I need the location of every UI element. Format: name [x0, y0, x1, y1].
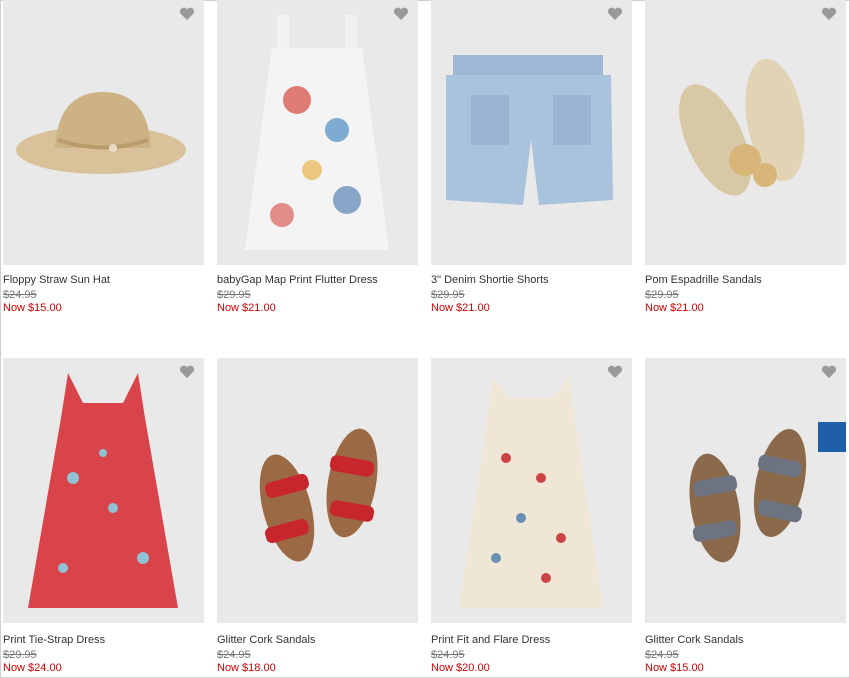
original-price: $29.95	[431, 289, 465, 301]
product-name[interactable]: Pom Espadrille Sandals	[645, 274, 762, 286]
product-card[interactable]: Print Tie-Strap Dress $29.95 Now $24.00	[3, 358, 204, 674]
sale-price: Now $15.00	[645, 662, 704, 674]
product-image-print-flare-dress[interactable]	[431, 358, 632, 623]
sale-price: Now $20.00	[431, 662, 490, 674]
product-card[interactable]: 3" Denim Shortie Shorts $29.95 Now $21.0…	[431, 0, 632, 314]
product-image-silver-glitter-sandals[interactable]	[645, 358, 846, 623]
product-name[interactable]: Glitter Cork Sandals	[217, 634, 315, 646]
original-price: $24.95	[3, 289, 37, 301]
original-price: $29.95	[645, 289, 679, 301]
product-name[interactable]: Print Tie-Strap Dress	[3, 634, 105, 646]
product-image-red-floral-dress[interactable]	[3, 358, 204, 623]
original-price: $24.95	[217, 649, 251, 661]
heart-icon[interactable]	[821, 365, 837, 379]
heart-icon[interactable]	[179, 365, 195, 379]
original-price: $29.95	[3, 649, 37, 661]
product-image-red-glitter-sandals[interactable]	[217, 358, 418, 623]
heart-icon[interactable]	[821, 7, 837, 21]
heart-icon[interactable]	[393, 7, 409, 21]
sale-price: Now $21.00	[431, 302, 490, 314]
product-image-espadrille-sandals[interactable]	[645, 0, 846, 265]
product-card[interactable]: Glitter Cork Sandals $24.95 Now $15.00	[645, 358, 846, 674]
product-card[interactable]: babyGap Map Print Flutter Dress $29.95 N…	[217, 0, 418, 314]
sale-price: Now $15.00	[3, 302, 62, 314]
original-price: $24.95	[431, 649, 465, 661]
product-card[interactable]: Print Fit and Flare Dress $24.95 Now $20…	[431, 358, 632, 674]
sale-price: Now $21.00	[217, 302, 276, 314]
product-name[interactable]: Glitter Cork Sandals	[645, 634, 743, 646]
product-name[interactable]: Print Fit and Flare Dress	[431, 634, 550, 646]
product-name[interactable]: babyGap Map Print Flutter Dress	[217, 274, 378, 286]
product-image-denim-shorts[interactable]	[431, 0, 632, 265]
product-card[interactable]: Glitter Cork Sandals $24.95 Now $18.00	[217, 358, 418, 674]
product-image-straw-hat[interactable]	[3, 0, 204, 265]
product-card[interactable]: Pom Espadrille Sandals $29.95 Now $21.00	[645, 0, 846, 314]
product-image-map-dress[interactable]	[217, 0, 418, 265]
heart-icon[interactable]	[607, 7, 623, 21]
product-name[interactable]: 3" Denim Shortie Shorts	[431, 274, 549, 286]
heart-icon[interactable]	[179, 7, 195, 21]
sale-price: Now $24.00	[3, 662, 62, 674]
heart-icon[interactable]	[607, 365, 623, 379]
product-card[interactable]: Floppy Straw Sun Hat $24.95 Now $15.00	[3, 0, 204, 314]
sale-price: Now $18.00	[217, 662, 276, 674]
sale-price: Now $21.00	[645, 302, 704, 314]
original-price: $24.95	[645, 649, 679, 661]
product-name[interactable]: Floppy Straw Sun Hat	[3, 274, 110, 286]
blue-square-marker	[818, 422, 846, 452]
original-price: $29.95	[217, 289, 251, 301]
